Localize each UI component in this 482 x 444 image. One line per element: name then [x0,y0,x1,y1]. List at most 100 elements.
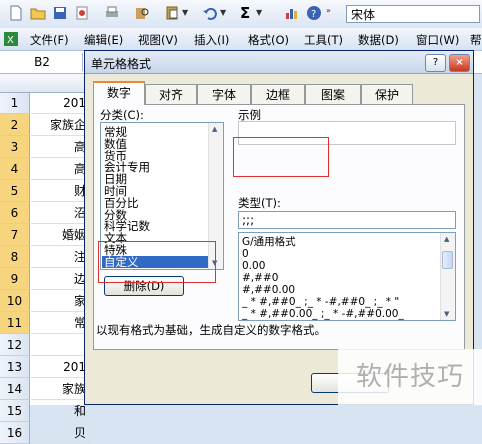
row-header[interactable]: 11 [0,312,30,334]
permission-icon[interactable] [74,5,90,21]
row-header[interactable]: 14 [0,378,30,400]
row-header[interactable]: 13 [0,356,30,378]
undo-dropdown-icon[interactable]: ▼ [220,8,226,17]
row-header[interactable]: 6 [0,202,30,224]
row-header[interactable]: 2 [0,114,30,136]
row-header[interactable]: 12 [0,334,30,356]
delete-button[interactable]: 删除(D) [104,276,184,296]
sheet-cell[interactable]: 贝 [31,422,90,444]
menu-format[interactable]: 格式(O) [248,32,289,48]
standard-toolbar: ▼ ▼ Σ ▼ ? » 宋体 [0,0,482,29]
sheet-cell[interactable]: 201 [31,356,90,378]
sheet-cell[interactable]: 家 [31,290,90,312]
tab-number[interactable]: 数字 [93,81,145,105]
tab-font[interactable]: 字体 [197,84,251,104]
type-label: 类型(T): [238,196,281,210]
row-header[interactable]: 10 [0,290,30,312]
menu-view[interactable]: 视图(V) [138,32,178,48]
row-header[interactable]: 4 [0,158,30,180]
scroll-thumb[interactable] [442,251,453,269]
open-folder-icon[interactable] [30,5,46,21]
watermark: 软件技巧 [338,349,482,405]
format-list[interactable]: G/通用格式 0 0.00 #,##0 #,##0.00 _ * #,##0_ ;_ * … [238,232,456,321]
format-scrollbar[interactable]: ▲ ▼ [440,233,455,320]
row-header[interactable]: 9 [0,268,30,290]
sheet-cell[interactable] [31,334,90,356]
category-item[interactable]: 数值 [104,138,127,150]
menu-data[interactable]: 数据(D) [358,32,399,48]
format-item[interactable]: #,##0 [242,272,278,284]
tab-alignment[interactable]: 对齐 [145,84,197,104]
scroll-up-icon[interactable]: ▲ [212,125,217,133]
paste-icon[interactable] [164,5,180,21]
sheet-cell[interactable]: 和 [31,400,90,422]
name-box[interactable]: B2 [2,53,83,71]
row-header[interactable]: 7 [0,224,30,246]
save-icon[interactable] [52,5,68,21]
format-item[interactable]: _ * #,##0.00_ ;_ * -#,##0.00_ [242,308,404,320]
menu-window[interactable]: 窗口(W) [416,32,459,48]
category-label: 分类(C): [100,108,144,122]
autosum-dropdown-icon[interactable]: ▼ [256,8,262,17]
font-name-box[interactable]: 宋体 [346,5,480,23]
chart-wizard-icon[interactable] [284,5,300,21]
help-button[interactable]: ? [425,54,446,72]
sheet-cell[interactable]: 高 [31,136,90,158]
menu-tools[interactable]: 工具(T) [304,32,343,48]
sheet-cell[interactable]: 201 [31,92,90,114]
column-header-row [0,74,90,93]
row-header[interactable]: 16 [0,422,30,444]
excel-app-icon[interactable]: X [3,31,19,47]
sheet-cell[interactable]: 注 [31,246,90,268]
close-button[interactable]: × [449,54,470,72]
sheet-cell[interactable]: 财 [31,180,90,202]
tab-protection[interactable]: 保护 [361,84,413,104]
autosum-icon[interactable]: Σ [240,4,250,22]
paste-dropdown-icon[interactable]: ▼ [182,8,188,17]
row-header[interactable]: 5 [0,180,30,202]
category-item[interactable]: 自定义 [102,255,222,268]
row-header[interactable]: 8 [0,246,30,268]
format-item[interactable]: 0 [242,248,249,260]
sheet-cell[interactable]: 常 [31,312,90,334]
menu-edit[interactable]: 编辑(E) [84,32,123,48]
menu-file[interactable]: 文件(F) [30,32,69,48]
sheet-cell[interactable]: 边 [31,268,90,290]
tab-patterns[interactable]: 图案 [305,84,361,104]
scroll-up-icon[interactable]: ▲ [444,235,449,243]
worksheet: 1 201 2 家族企 3 高 4 高 5 财 6 沼 7 婚姻 8 注 9 边 10 家 11 常 12 13 201 14 家族… [0,74,90,444]
sheet-cell[interactable]: 家族 [31,378,90,400]
toolbar-options-icon[interactable]: » [326,6,331,15]
tab-border[interactable]: 边框 [251,84,305,104]
dialog-title-bar[interactable]: 单元格格式 ? × [85,51,473,74]
category-scrollbar[interactable]: ▲ ▼ [208,123,223,269]
menu-bar: X 文件(F) 编辑(E) 视图(V) 插入(I) 格式(O) 工具(T) 数据… [0,28,482,51]
undo-icon[interactable] [202,5,218,21]
category-item[interactable]: 百分比 [104,197,139,209]
format-item[interactable]: #,##0.00 [242,284,295,296]
format-item[interactable]: G/通用格式 [242,236,296,248]
format-item[interactable]: _ * #,##0_ ;_ * -#,##0_ ;_ * " [242,296,399,308]
research-icon[interactable] [134,5,150,21]
sheet-cell[interactable]: 家族企 [31,114,90,136]
svg-text:X: X [7,35,14,46]
sheet-cell[interactable]: 婚姻 [31,224,90,246]
type-input[interactable]: ;;; [238,211,456,229]
menu-help[interactable]: 帮 [470,32,482,48]
print-icon[interactable] [104,5,120,21]
sheet-cell[interactable]: 高 [31,158,90,180]
number-tab-panel: 分类(C): 常规 数值 货币 会计专用 日期 时间 百分比 分数 科学记数 文本 特殊 自定义 ▲ … [93,104,465,350]
scroll-down-icon[interactable]: ▼ [212,259,217,267]
row-header[interactable]: 1 [0,92,30,114]
row-header[interactable]: 15 [0,400,30,422]
sample-box [238,121,456,145]
new-document-icon[interactable] [8,5,24,21]
menu-insert[interactable]: 插入(I) [194,32,229,48]
format-item[interactable]: 0.00 [242,260,265,272]
help-icon[interactable]: ? [306,5,322,21]
scroll-down-icon[interactable]: ▼ [444,310,449,318]
category-list[interactable]: 常规 数值 货币 会计专用 日期 时间 百分比 分数 科学记数 文本 特殊 自定义 ▲ ▼ [100,122,224,270]
row-header[interactable]: 3 [0,136,30,158]
sheet-cell[interactable]: 沼 [31,202,90,224]
svg-text:?: ? [311,9,316,20]
